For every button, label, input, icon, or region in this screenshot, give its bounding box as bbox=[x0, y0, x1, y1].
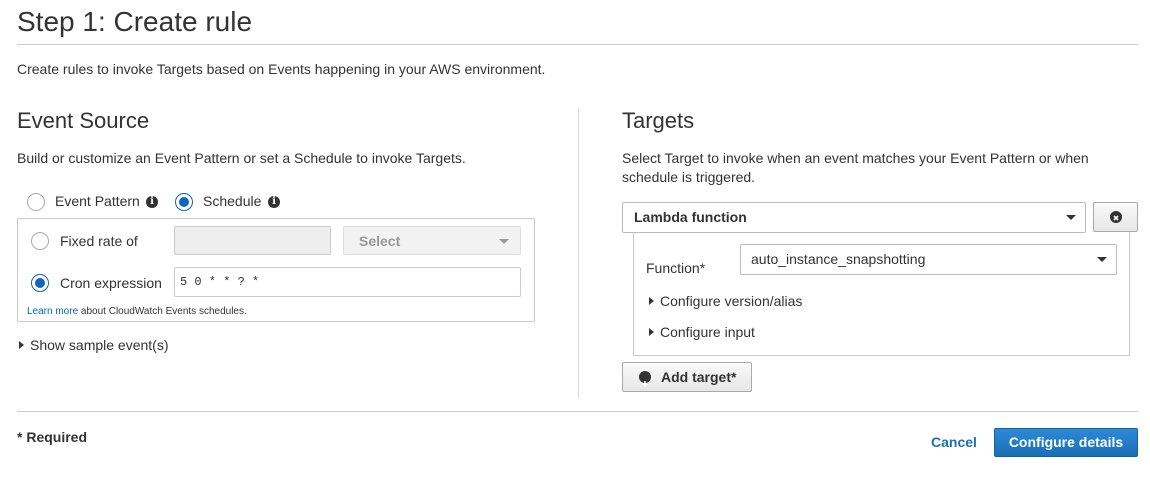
targets-heading: Targets bbox=[622, 108, 695, 133]
cron-radio[interactable] bbox=[31, 274, 49, 292]
schedule-info-icon[interactable]: i bbox=[268, 196, 280, 208]
learn-more-text: Learn more about CloudWatch Events sched… bbox=[27, 306, 247, 317]
fixed-rate-radio[interactable] bbox=[31, 232, 49, 250]
cron-expression-input[interactable]: 5 0 * * ? * bbox=[174, 267, 521, 297]
required-note: * Required bbox=[17, 429, 88, 445]
chevron-down-icon bbox=[1097, 257, 1107, 262]
caret-right-icon bbox=[649, 328, 654, 336]
page-title: Step 1: Create rule bbox=[17, 6, 253, 37]
rate-unit-select-label: Select bbox=[359, 233, 401, 249]
show-sample-label: Show sample event(s) bbox=[30, 337, 169, 353]
show-sample-toggle[interactable]: Show sample event(s) bbox=[19, 337, 169, 353]
cron-label[interactable]: Cron expression bbox=[60, 275, 162, 291]
configure-version-label: Configure version/alias bbox=[660, 293, 803, 309]
footer-divider bbox=[17, 411, 1138, 412]
add-target-button[interactable]: Add target* bbox=[622, 362, 752, 392]
remove-target-button[interactable] bbox=[1093, 202, 1138, 232]
target-type-value: Lambda function bbox=[634, 209, 747, 225]
schedule-radio[interactable] bbox=[175, 193, 193, 211]
learn-more-suffix: about CloudWatch Events schedules. bbox=[80, 306, 247, 317]
learn-more-link[interactable]: Learn more bbox=[27, 306, 78, 317]
cancel-link[interactable]: Cancel bbox=[931, 434, 977, 450]
configure-input-label: Configure input bbox=[660, 324, 755, 340]
configure-version-toggle[interactable]: Configure version/alias bbox=[649, 293, 802, 309]
event-source-description: Build or customize an Event Pattern or s… bbox=[17, 150, 466, 166]
fixed-rate-label[interactable]: Fixed rate of bbox=[60, 233, 138, 249]
targets-description-1: Select Target to invoke when an event ma… bbox=[622, 150, 1089, 166]
chevron-down-icon bbox=[499, 239, 509, 244]
column-divider bbox=[578, 108, 579, 398]
function-select[interactable]: auto_instance_snapshotting bbox=[740, 244, 1117, 275]
close-circle-icon bbox=[1110, 211, 1122, 223]
configure-input-toggle[interactable]: Configure input bbox=[649, 324, 755, 340]
event-pattern-info-icon[interactable]: i bbox=[146, 196, 158, 208]
page-intro: Create rules to invoke Targets based on … bbox=[17, 61, 546, 77]
rate-unit-select[interactable]: Select bbox=[343, 226, 521, 255]
fixed-rate-input[interactable] bbox=[174, 226, 331, 255]
function-label: Function* bbox=[646, 260, 706, 276]
targets-description-2: schedule is triggered. bbox=[622, 169, 756, 185]
title-divider bbox=[17, 44, 1138, 45]
caret-right-icon bbox=[19, 341, 24, 349]
caret-right-icon bbox=[649, 297, 654, 305]
event-pattern-radio[interactable] bbox=[27, 193, 45, 211]
schedule-label[interactable]: Schedule bbox=[203, 193, 261, 209]
add-target-label: Add target* bbox=[661, 369, 737, 385]
chevron-down-icon bbox=[1066, 215, 1076, 220]
event-pattern-label[interactable]: Event Pattern bbox=[55, 193, 140, 209]
plus-circle-icon bbox=[639, 371, 651, 387]
target-type-select[interactable]: Lambda function bbox=[622, 202, 1086, 233]
function-value: auto_instance_snapshotting bbox=[751, 251, 926, 267]
event-source-heading: Event Source bbox=[17, 108, 150, 133]
configure-details-button[interactable]: Configure details bbox=[994, 428, 1138, 457]
